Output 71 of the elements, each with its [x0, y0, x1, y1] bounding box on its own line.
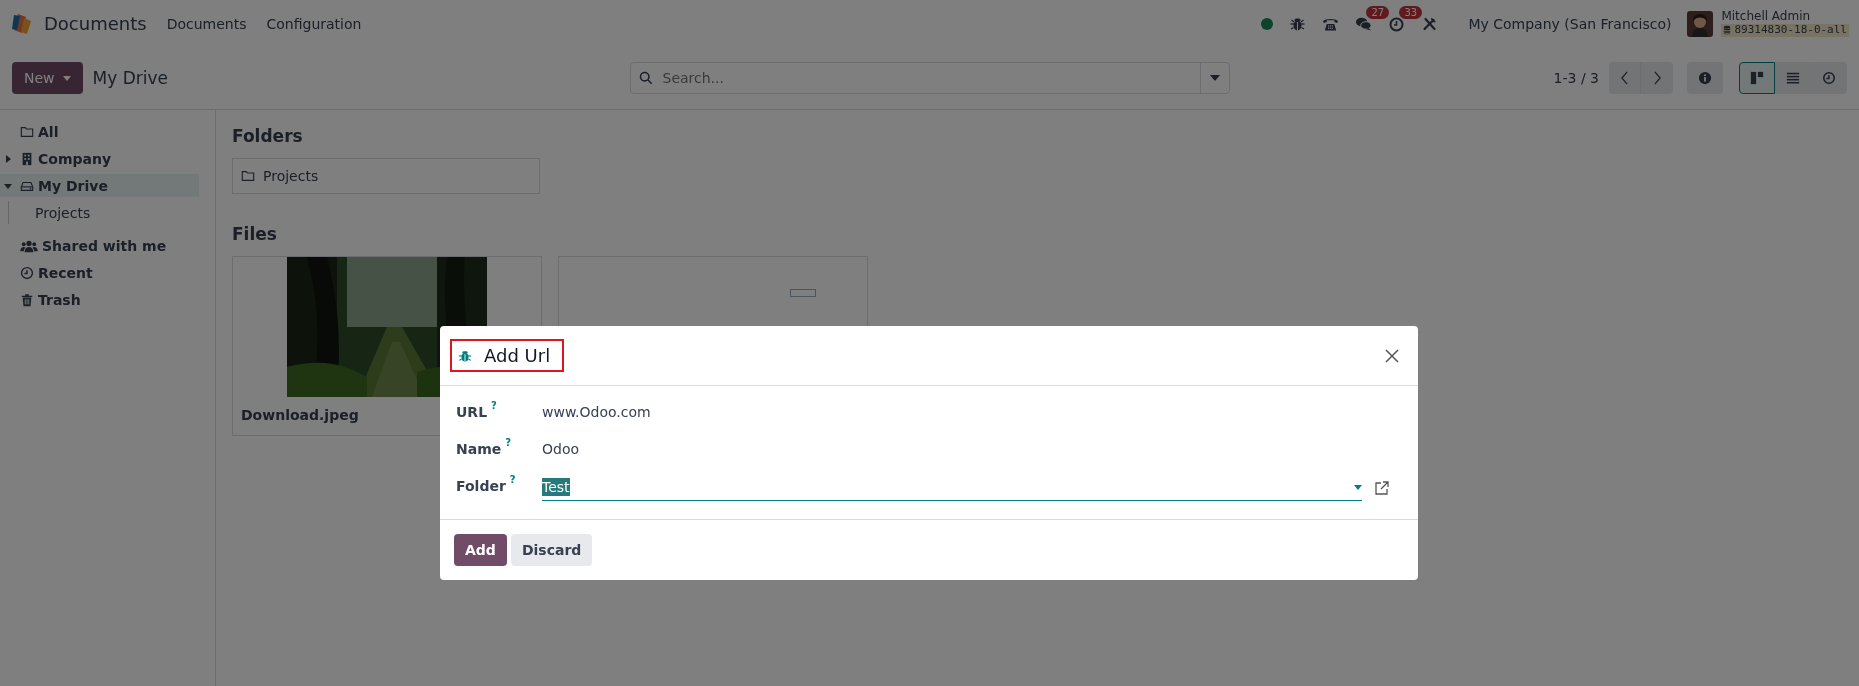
- info-icon: [1698, 71, 1712, 85]
- new-button[interactable]: New: [12, 62, 83, 94]
- search-field[interactable]: Search...: [660, 69, 1200, 87]
- folder-card[interactable]: Projects: [232, 158, 540, 194]
- pager-value[interactable]: 1-3 / 3: [1553, 70, 1599, 86]
- menu-item[interactable]: Configuration: [266, 15, 362, 32]
- breadcrumb: My Drive: [92, 68, 168, 88]
- sidebar-label: My Drive: [38, 177, 108, 194]
- caret-icon: [1354, 484, 1362, 490]
- file-name: Download.jpeg: [241, 407, 359, 423]
- search-bar[interactable]: Search...: [629, 62, 1230, 94]
- user-name[interactable]: Mitchell Admin: [1721, 10, 1849, 25]
- sidebar-item[interactable]: Projects: [35, 201, 199, 224]
- app-name[interactable]: Documents: [44, 13, 147, 34]
- clock-icon: [1822, 71, 1836, 85]
- sidebar-item[interactable]: Company: [0, 147, 199, 170]
- chat-icon[interactable]: [1355, 15, 1373, 32]
- search-icon: [638, 71, 653, 85]
- folder-icon: [20, 124, 34, 139]
- sidebar-label: Shared with me: [42, 237, 167, 254]
- sidebar-item[interactable]: Shared with me: [0, 234, 199, 257]
- trash-icon: [20, 292, 34, 307]
- sidebar-item[interactable]: Recent: [0, 261, 199, 284]
- app-logo-icon[interactable]: [10, 11, 34, 36]
- sidebar-item[interactable]: Trash: [0, 288, 199, 311]
- field-label: URL: [456, 403, 488, 420]
- clock-icon[interactable]: [1388, 15, 1406, 32]
- list-icon: [1786, 71, 1800, 85]
- add-button[interactable]: Add: [454, 534, 507, 566]
- avatar[interactable]: [1687, 10, 1714, 37]
- sidebar-label: All: [38, 123, 59, 140]
- caret-icon: [1209, 75, 1220, 81]
- help-tooltip-mark[interactable]: ?: [505, 435, 512, 448]
- sidebar-label: Company: [38, 150, 112, 167]
- activity-count-badge: 33: [1399, 5, 1423, 19]
- message-count-badge: 27: [1366, 5, 1390, 19]
- view-switch-button[interactable]: [1739, 62, 1775, 94]
- status-dot: [1261, 17, 1274, 30]
- company-name[interactable]: My Company (San Francisco): [1468, 15, 1672, 32]
- field-label: Folder: [456, 477, 506, 494]
- chevron-left-icon: [1620, 71, 1629, 85]
- sidebar-label: Trash: [38, 291, 81, 308]
- sidebar-label: Recent: [38, 264, 93, 281]
- database-icon: [1723, 25, 1732, 36]
- sidebar-item[interactable]: All: [0, 120, 199, 143]
- folder-name: Projects: [263, 168, 319, 184]
- clock-icon: [20, 265, 34, 280]
- folder-select-field[interactable]: Test: [542, 474, 1362, 501]
- help-tooltip-mark[interactable]: ?: [491, 398, 497, 411]
- field-value[interactable]: www.Odoo.com: [542, 398, 651, 420]
- chevron-right-icon: [1652, 71, 1662, 85]
- tools-icon[interactable]: [1421, 15, 1439, 32]
- discard-button[interactable]: Discard: [510, 534, 593, 566]
- section-heading: Folders: [232, 126, 304, 146]
- menu-item[interactable]: Documents: [166, 15, 247, 32]
- kanban-icon: [1750, 71, 1764, 85]
- sidebar-item[interactable]: My Drive: [0, 174, 199, 197]
- section-heading: Files: [232, 224, 278, 244]
- building-icon: [20, 151, 34, 166]
- help-tooltip-mark[interactable]: ?: [509, 472, 516, 485]
- caret-right-icon[interactable]: [4, 154, 12, 163]
- folder-icon: [241, 169, 255, 183]
- close-icon[interactable]: [1384, 347, 1400, 364]
- caret-down-icon[interactable]: [4, 181, 12, 190]
- field-label: Name: [456, 440, 502, 457]
- database-name: 89314830-18-0-all: [1734, 24, 1847, 37]
- field-value[interactable]: Odoo: [542, 435, 580, 457]
- bug-icon: [458, 348, 472, 363]
- users-icon: [20, 238, 38, 253]
- external-link-icon[interactable]: [1374, 480, 1390, 496]
- info-button[interactable]: [1687, 62, 1723, 94]
